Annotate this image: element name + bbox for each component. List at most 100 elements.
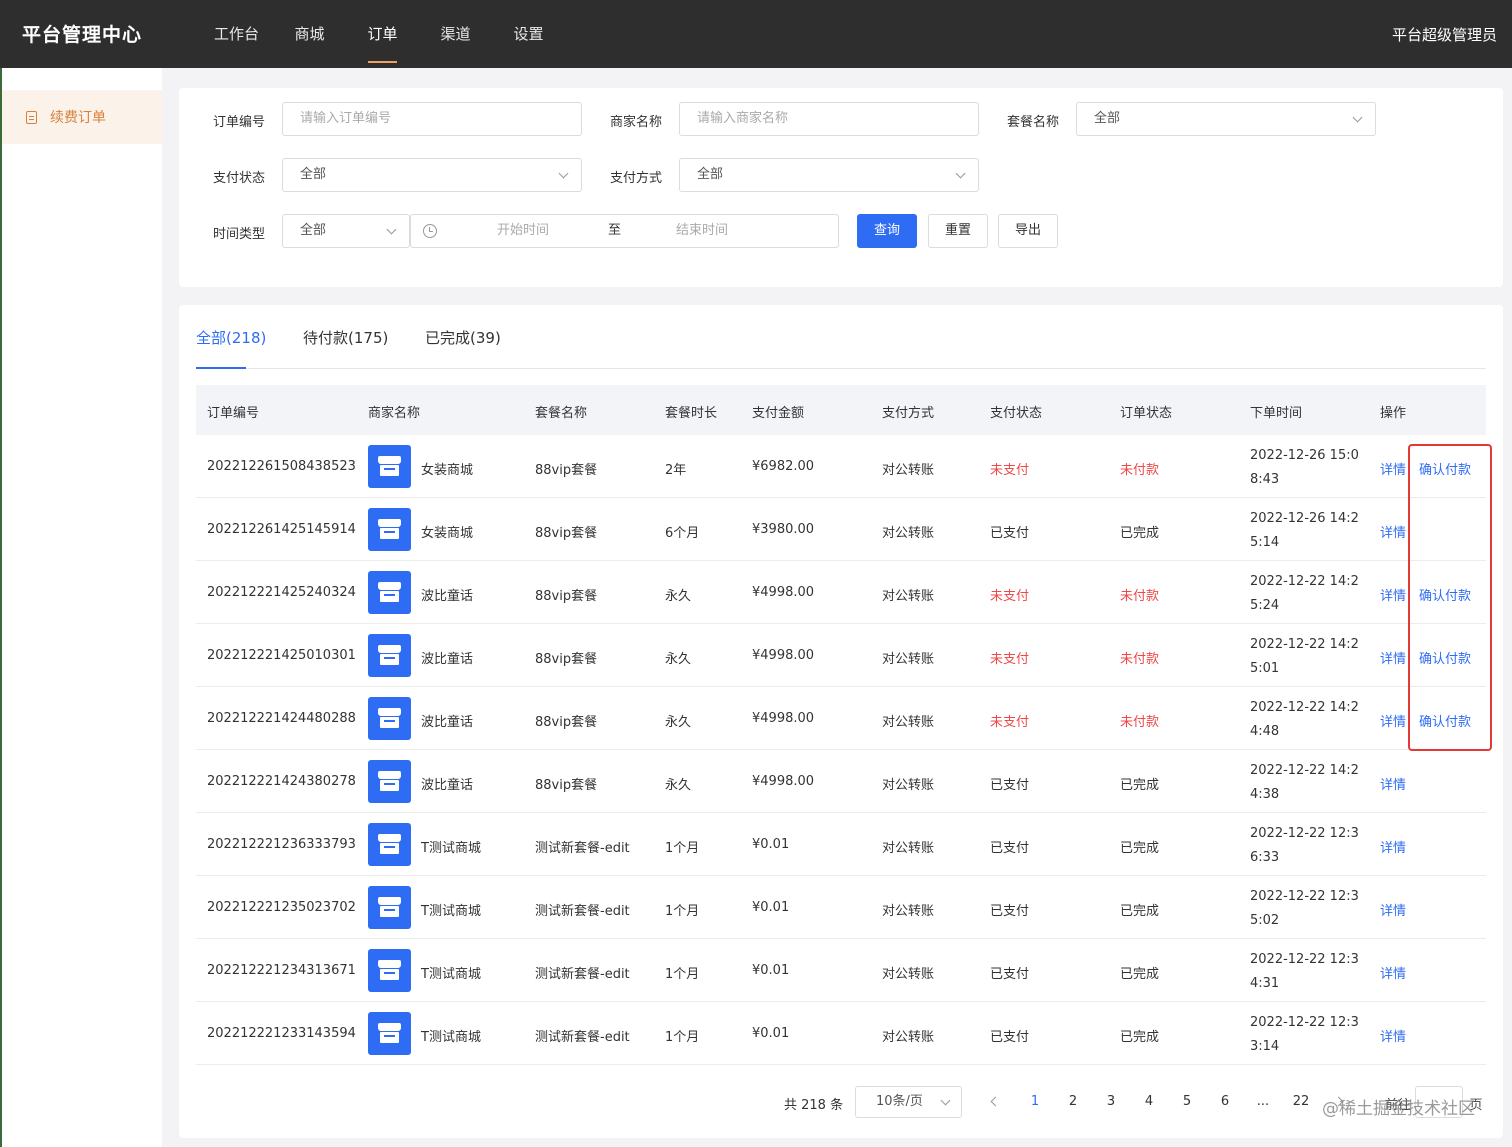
col-order-status: 订单状态: [1120, 406, 1173, 421]
detail-link[interactable]: 详情: [1380, 774, 1406, 793]
nav-orders[interactable]: 订单: [346, 0, 419, 68]
page-5[interactable]: 5: [1177, 1094, 1197, 1109]
page-size-value: 10条/页: [876, 1094, 923, 1109]
merchant-avatar: [368, 760, 411, 803]
col-duration: 套餐时长: [665, 406, 718, 421]
page-ellipsis[interactable]: ...: [1253, 1094, 1273, 1109]
detail-link[interactable]: 详情: [1380, 963, 1406, 982]
merchant-cell: 波比童话: [421, 715, 474, 730]
detail-link[interactable]: 详情: [1380, 837, 1406, 856]
page-3[interactable]: 3: [1101, 1094, 1121, 1109]
pay-method-label: 支付方式: [610, 171, 663, 186]
order-no-input[interactable]: 请输入订单编号: [282, 102, 582, 136]
page-size-select[interactable]: 10条/页: [855, 1086, 962, 1118]
user-name[interactable]: 平台超级管理员: [1392, 24, 1497, 45]
pay-status-cell: 已支付: [990, 904, 1030, 919]
detail-link[interactable]: 详情: [1380, 648, 1406, 667]
page-4[interactable]: 4: [1139, 1094, 1159, 1109]
package-select[interactable]: 全部: [1076, 102, 1376, 136]
detail-link[interactable]: 详情: [1380, 522, 1406, 541]
col-order-no: 订单编号: [207, 406, 260, 421]
package-cell: 测试新套餐-edit: [535, 1030, 630, 1045]
pagination-total: 共 218 条: [784, 1098, 844, 1113]
detail-link[interactable]: 详情: [1380, 900, 1406, 919]
merchant-avatar: [368, 445, 411, 488]
merchant-avatar: [368, 634, 411, 677]
nav-settings[interactable]: 设置: [492, 0, 565, 68]
detail-link[interactable]: 详情: [1380, 585, 1406, 604]
end-time-input[interactable]: 结束时间: [676, 215, 728, 247]
detail-link[interactable]: 详情: [1380, 1026, 1406, 1045]
page-6[interactable]: 6: [1215, 1094, 1235, 1109]
order-time-cell: 2022-12-26 15:0 8:43: [1250, 448, 1359, 487]
document-icon: [26, 110, 37, 124]
merchant-cell: T测试商城: [421, 1030, 481, 1045]
pay-method-cell: 对公转账: [882, 589, 935, 604]
table-row: 202212221425010301 波比童话 88vip套餐 永久 ¥4998.00 对…: [196, 624, 1486, 687]
merchant-input[interactable]: 请输入商家名称: [679, 102, 979, 136]
pay-method-cell: 对公转账: [882, 841, 935, 856]
col-pay-status: 支付状态: [990, 406, 1043, 421]
order-table-panel: 全部(218) 待付款(175) 已完成(39) 订单编号 商家名称 套餐名称 …: [179, 305, 1503, 1138]
active-tab-indicator: [196, 367, 246, 369]
range-separator: 至: [608, 223, 622, 238]
col-order-time: 下单时间: [1250, 406, 1303, 421]
duration-cell: 2年: [665, 463, 687, 478]
merchant-cell: 波比童话: [421, 589, 474, 604]
order-time-cell: 2022-12-22 12:3 6:33: [1250, 826, 1359, 865]
filter-panel: 订单编号 请输入订单编号 商家名称 请输入商家名称 套餐名称 全部 支付状态 全…: [179, 88, 1503, 287]
package-cell: 88vip套餐: [535, 589, 598, 604]
order-no-cell: 202212221234313671: [207, 963, 356, 978]
pay-method-select[interactable]: 全部: [679, 158, 979, 192]
col-actions: 操作: [1380, 406, 1407, 421]
package-cell: 测试新套餐-edit: [535, 841, 630, 856]
merchant-cell: 女装商城: [421, 526, 474, 541]
time-type-label: 时间类型: [213, 227, 266, 242]
amount-cell: ¥6982.00: [752, 459, 815, 474]
page-22[interactable]: 22: [1291, 1094, 1311, 1109]
pay-status-select[interactable]: 全部: [282, 158, 582, 192]
query-button[interactable]: 查询: [857, 214, 917, 248]
order-status-cell: 已完成: [1120, 841, 1160, 856]
merchant-avatar: [368, 697, 411, 740]
reset-button[interactable]: 重置: [928, 214, 988, 248]
detail-link[interactable]: 详情: [1380, 711, 1406, 730]
order-status-cell: 已完成: [1120, 1030, 1160, 1045]
duration-cell: 1个月: [665, 1030, 700, 1045]
top-navbar: 平台管理中心 工作台 商城 订单 渠道 设置 平台超级管理员: [0, 0, 1512, 68]
amount-cell: ¥4998.00: [752, 648, 815, 663]
nav-mall[interactable]: 商城: [273, 0, 346, 68]
pay-method-cell: 对公转账: [882, 463, 935, 478]
order-time-cell: 2022-12-26 14:2 5:14: [1250, 511, 1359, 550]
time-type-select[interactable]: 全部: [282, 214, 410, 248]
nav-channels[interactable]: 渠道: [419, 0, 492, 68]
table-row: 202212221234313671 T测试商城 测试新套餐-edit 1个月 ¥0.0…: [196, 939, 1486, 1002]
page-1[interactable]: 1: [1025, 1094, 1045, 1109]
start-time-input[interactable]: 开始时间: [497, 215, 549, 247]
package-cell: 测试新套餐-edit: [535, 967, 630, 982]
page-2[interactable]: 2: [1063, 1094, 1083, 1109]
brand-title: 平台管理中心: [22, 24, 143, 46]
tab-completed[interactable]: 已完成(39): [425, 327, 501, 348]
pay-status-cell: 已支付: [990, 841, 1030, 856]
sidebar-item-renewal-orders[interactable]: 续费订单: [2, 90, 162, 144]
time-type-select-value: 全部: [300, 223, 327, 238]
export-button[interactable]: 导出: [998, 214, 1058, 248]
table-row: 202212221424480288 波比童话 88vip套餐 永久 ¥4998.00 对…: [196, 687, 1486, 750]
merchant-avatar: [368, 886, 411, 929]
chevron-down-icon: [558, 168, 569, 179]
highlight-box: [1408, 444, 1492, 751]
pay-method-cell: 对公转账: [882, 967, 935, 982]
detail-link[interactable]: 详情: [1380, 459, 1406, 478]
watermark: @稀土掘金技术社区: [1322, 1099, 1475, 1119]
date-range-picker[interactable]: 开始时间 至 结束时间: [410, 214, 839, 248]
tab-pending[interactable]: 待付款(175): [303, 327, 388, 348]
order-status-cell: 未付款: [1120, 589, 1160, 604]
amount-cell: ¥4998.00: [752, 711, 815, 726]
col-merchant: 商家名称: [368, 406, 421, 421]
clock-icon: [423, 224, 437, 238]
nav-workbench[interactable]: 工作台: [200, 0, 273, 68]
main-nav: 工作台 商城 订单 渠道 设置: [200, 0, 565, 68]
order-no-cell: 202212261425145914: [207, 522, 356, 537]
tab-all[interactable]: 全部(218): [196, 327, 266, 348]
